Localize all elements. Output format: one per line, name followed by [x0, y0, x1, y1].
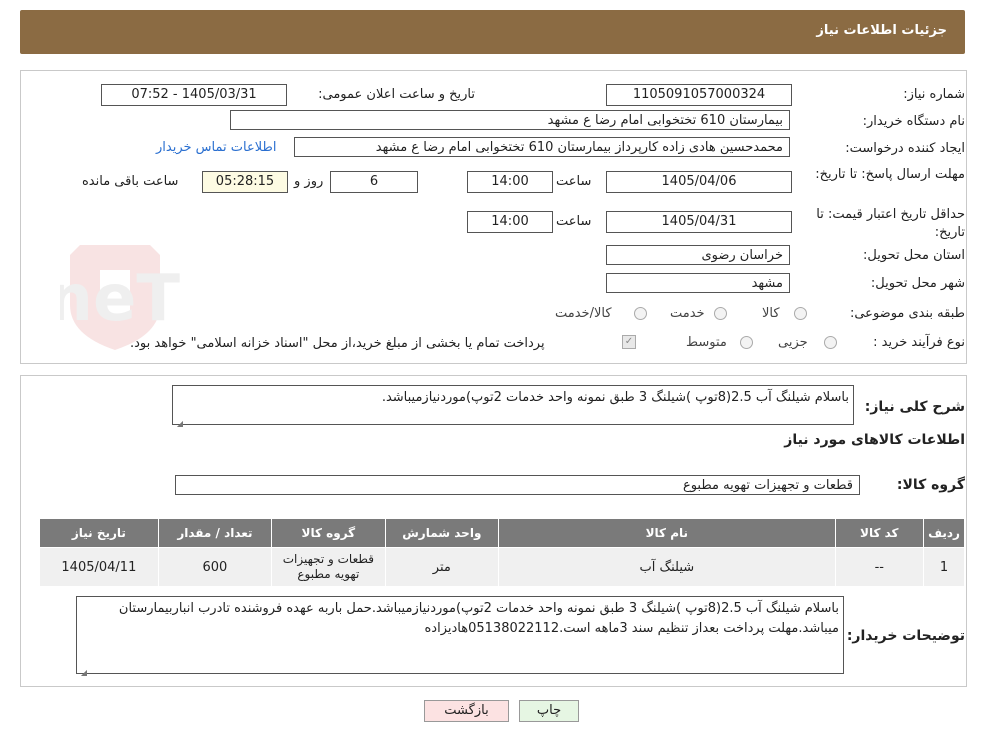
col-group: گروه کالا [271, 518, 386, 548]
creator-label: ایجاد کننده درخواست: [845, 141, 965, 156]
reply-date-field: 1405/04/06 [606, 171, 792, 193]
description-text: باسلام شیلنگ آب 2.5(8توپ )شیلنگ 3 طبق نم… [381, 390, 849, 405]
remaining-label: ساعت باقی مانده [82, 174, 179, 189]
creator-field: محمدحسین هادی زاده کارپرداز بیمارستان 61… [294, 137, 790, 157]
price-validity-label: حداقل تاریخ اعتبار قیمت: تا تاریخ: [816, 207, 965, 240]
validity-time-field: 14:00 [467, 211, 553, 233]
buyer-notes-label: توضیحات خریدار: [846, 628, 965, 644]
cell-name: شیلنگ آب [498, 547, 836, 587]
treasury-payment-label: پرداخت تمام یا بخشی از مبلغ خرید،از محل … [130, 336, 545, 351]
col-code: کد کالا [834, 518, 925, 548]
category-service-label: خدمت [670, 306, 705, 321]
buyer-org-label: نام دستگاه خریدار: [862, 114, 965, 129]
cell-row: 1 [923, 547, 965, 587]
process-medium-radio[interactable] [740, 336, 753, 349]
col-date: تاریخ نیاز [39, 518, 159, 548]
cell-qty: 600 [157, 547, 273, 587]
col-qty: تعداد / مقدار [157, 518, 273, 548]
cell-date: 1405/04/11 [39, 547, 159, 587]
table-row[interactable]: 1 -- شیلنگ آب متر قطعات و تجهیزات تهویه … [39, 547, 965, 587]
cell-unit: متر [384, 547, 500, 587]
goods-group-label: گروه کالا: [896, 477, 965, 493]
reply-time-field: 14:00 [467, 171, 553, 193]
announce-label: تاریخ و ساعت اعلان عمومی: [318, 87, 475, 102]
buyer-notes-text: باسلام شیلنگ آب 2.5(8توپ )شیلنگ 3 طبق نم… [118, 601, 839, 636]
page-header: جزئیات اطلاعات نیاز [20, 10, 965, 54]
province-label: استان محل تحویل: [863, 248, 965, 263]
process-minor-label: جزیی [778, 335, 808, 350]
description-field: باسلام شیلنگ آب 2.5(8توپ )شیلنگ 3 طبق نم… [172, 385, 854, 428]
buyer-org-field: بیمارستان 610 تختخوابی امام رضا ع مشهد [230, 110, 790, 130]
table-header-row: ردیف کد کالا نام کالا واحد شمارش گروه کا… [39, 518, 965, 548]
print-button[interactable]: چاپ [519, 700, 579, 722]
col-name: نام کالا [498, 518, 836, 548]
col-unit: واحد شمارش [384, 518, 500, 548]
days-label: روز و [294, 174, 324, 189]
category-service-radio[interactable] [714, 307, 727, 320]
buyer-notes-field: باسلام شیلنگ آب 2.5(8توپ )شیلنگ 3 طبق نم… [76, 596, 844, 677]
col-row: ردیف [923, 518, 965, 548]
resize-handle-icon[interactable]: ◢ [175, 414, 183, 428]
buyer-contact-link[interactable]: اطلاعات تماس خریدار [156, 140, 276, 155]
page-title: جزئیات اطلاعات نیاز [816, 23, 947, 38]
process-medium-label: متوسط [686, 335, 727, 350]
treasury-payment-checkbox[interactable]: ✓ [622, 335, 636, 349]
reply-time-label: ساعت [556, 174, 592, 189]
goods-group-field: قطعات و تجهیزات تهویه مطبوع [175, 475, 860, 495]
category-label: طبقه بندی موضوعی: [849, 306, 965, 321]
announce-field: 1405/03/31 - 07:52 [101, 84, 287, 106]
remaining-time-field: 05:28:15 [202, 171, 288, 193]
province-field: خراسان رضوی [606, 245, 790, 265]
need-number-field: 1105091057000324 [606, 84, 792, 106]
cell-group: قطعات و تجهیزات تهویه مطبوع [271, 547, 386, 587]
description-label: شرح کلی نیاز: [864, 399, 965, 415]
process-minor-radio[interactable] [824, 336, 837, 349]
city-field: مشهد [606, 273, 790, 293]
city-label: شهر محل تحویل: [870, 276, 965, 291]
validity-time-label: ساعت [556, 214, 592, 229]
resize-handle-icon[interactable]: ◢ [79, 663, 87, 677]
category-both-radio[interactable] [634, 307, 647, 320]
validity-date-field: 1405/04/31 [606, 211, 792, 233]
back-button[interactable]: بازگشت [424, 700, 509, 722]
reply-deadline-label: مهلت ارسال پاسخ: تا تاریخ: [815, 167, 965, 182]
need-number-label: شماره نیاز: [903, 87, 965, 102]
category-goods-radio[interactable] [794, 307, 807, 320]
goods-section-title: اطلاعات کالاهای مورد نیاز [784, 432, 965, 448]
goods-table: ردیف کد کالا نام کالا واحد شمارش گروه کا… [39, 518, 965, 587]
process-label: نوع فرآیند خرید : [873, 335, 965, 350]
reply-days-field: 6 [330, 171, 418, 193]
category-both-label: کالا/خدمت [555, 306, 612, 321]
category-goods-label: کالا [762, 306, 780, 321]
cell-code: -- [834, 547, 925, 587]
